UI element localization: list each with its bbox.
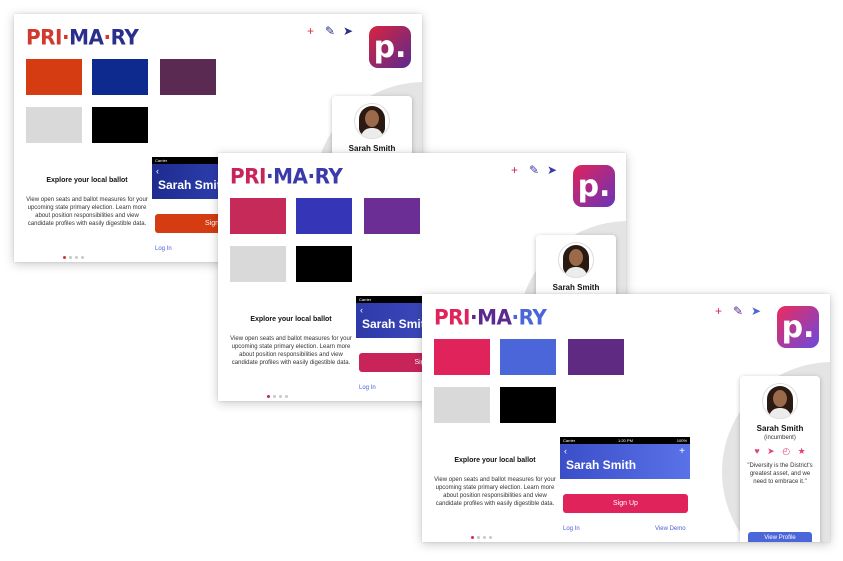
color-swatch (92, 107, 148, 143)
login-link[interactable]: Log In (155, 246, 172, 252)
app-icon: p. (777, 306, 819, 348)
explore-description: View open seats and ballot measures for … (434, 477, 556, 507)
page-dot[interactable] (63, 256, 66, 259)
color-swatch (26, 107, 82, 143)
avatar (354, 103, 390, 139)
status-bar: Carrier 1:20 PM 100% (560, 437, 690, 444)
color-swatch (296, 246, 352, 282)
app-icon: p. (573, 165, 615, 207)
login-link[interactable]: Log In (563, 526, 580, 532)
candidate-name: Sarah Smith (756, 424, 804, 433)
page-dot[interactable] (81, 256, 84, 259)
presentation-slide-3: PRI·MA·RY + ✎ ➤ p. Sarah Smith (incumben… (422, 294, 830, 542)
color-swatch (296, 198, 352, 234)
navigate-icon[interactable]: ➤ (343, 25, 353, 37)
page-dot[interactable] (273, 395, 276, 398)
back-icon[interactable]: ‹ (564, 446, 567, 456)
color-swatch (230, 246, 286, 282)
color-swatch (92, 59, 148, 95)
page-dot[interactable] (267, 395, 270, 398)
send-icon[interactable]: ➤ (767, 446, 775, 456)
explore-heading: Explore your local ballot (46, 177, 128, 184)
color-swatch (434, 387, 490, 423)
page-dot[interactable] (75, 256, 78, 259)
explore-description: View open seats and ballot measures for … (230, 336, 352, 366)
view-profile-button[interactable]: View Profile (748, 532, 812, 542)
color-swatch (568, 339, 624, 375)
page-dot[interactable] (471, 536, 474, 539)
phone-header-mock: Carrier 1:20 PM 100% ‹ + Sarah Smith (560, 437, 690, 479)
color-swatch (500, 387, 556, 423)
pencil-icon[interactable]: ✎ (733, 305, 743, 317)
login-link[interactable]: Log In (359, 385, 376, 391)
logo-part: RY (110, 23, 139, 50)
logo-part: RY (314, 162, 343, 189)
pencil-icon[interactable]: ✎ (529, 164, 539, 176)
incumbent-label: (incumbent) (764, 435, 796, 441)
color-swatch (364, 198, 420, 234)
page-dot[interactable] (483, 536, 486, 539)
logo-part: MA (477, 303, 512, 330)
navigate-icon[interactable]: ➤ (547, 164, 557, 176)
page-dots (471, 526, 495, 542)
plus-icon[interactable]: + (715, 305, 722, 317)
heart-icon[interactable]: ♥ (754, 446, 759, 456)
profile-card: Sarah Smith (incumbent) ♥ ➤ ◴ ★ "Diversi… (740, 376, 820, 542)
avatar (762, 383, 798, 419)
primary-logo: PRI·MA·RY (434, 303, 547, 330)
back-icon[interactable]: ‹ (360, 305, 363, 315)
pencil-icon[interactable]: ✎ (325, 25, 335, 37)
color-swatch (500, 339, 556, 375)
plus-icon[interactable]: + (307, 25, 314, 37)
page-dot[interactable] (69, 256, 72, 259)
view-demo-link[interactable]: View Demo (655, 526, 686, 532)
logo-part: MA (69, 23, 104, 50)
page-dot[interactable] (285, 395, 288, 398)
color-swatch (230, 198, 286, 234)
page-dot[interactable] (279, 395, 282, 398)
color-swatch (434, 339, 490, 375)
star-icon[interactable]: ★ (798, 446, 806, 456)
clock-icon[interactable]: ◴ (782, 446, 790, 456)
profile-actions: ♥ ➤ ◴ ★ (740, 446, 820, 457)
candidate-quote: "Diversity is the District's greatest as… (747, 463, 813, 485)
plus-icon[interactable]: + (511, 164, 518, 176)
page-dots (63, 246, 87, 262)
explore-heading: Explore your local ballot (250, 316, 332, 323)
logo-part: PRI (26, 23, 63, 50)
primary-logo: PRI·MA·RY (230, 162, 343, 189)
explore-heading: Explore your local ballot (454, 457, 536, 464)
navigate-icon[interactable]: ➤ (751, 305, 761, 317)
app-icon: p. (369, 26, 411, 68)
logo-part: MA (273, 162, 308, 189)
explore-description: View open seats and ballot measures for … (26, 197, 148, 227)
primary-logo: PRI·MA·RY (26, 23, 139, 50)
signup-button[interactable]: Sign Up (563, 494, 688, 513)
add-icon[interactable]: + (679, 446, 685, 457)
candidate-name: Sarah Smith (552, 283, 600, 292)
color-swatch (26, 59, 82, 95)
header-name: Sarah Smith (566, 458, 637, 472)
logo-part: PRI (434, 303, 471, 330)
logo-part: PRI (230, 162, 267, 189)
candidate-name: Sarah Smith (348, 144, 396, 153)
page-dot[interactable] (477, 536, 480, 539)
page-dot[interactable] (489, 536, 492, 539)
page-dots (267, 385, 291, 401)
back-icon[interactable]: ‹ (156, 166, 159, 176)
logo-part: RY (518, 303, 547, 330)
color-swatch (160, 59, 216, 95)
avatar (558, 242, 594, 278)
